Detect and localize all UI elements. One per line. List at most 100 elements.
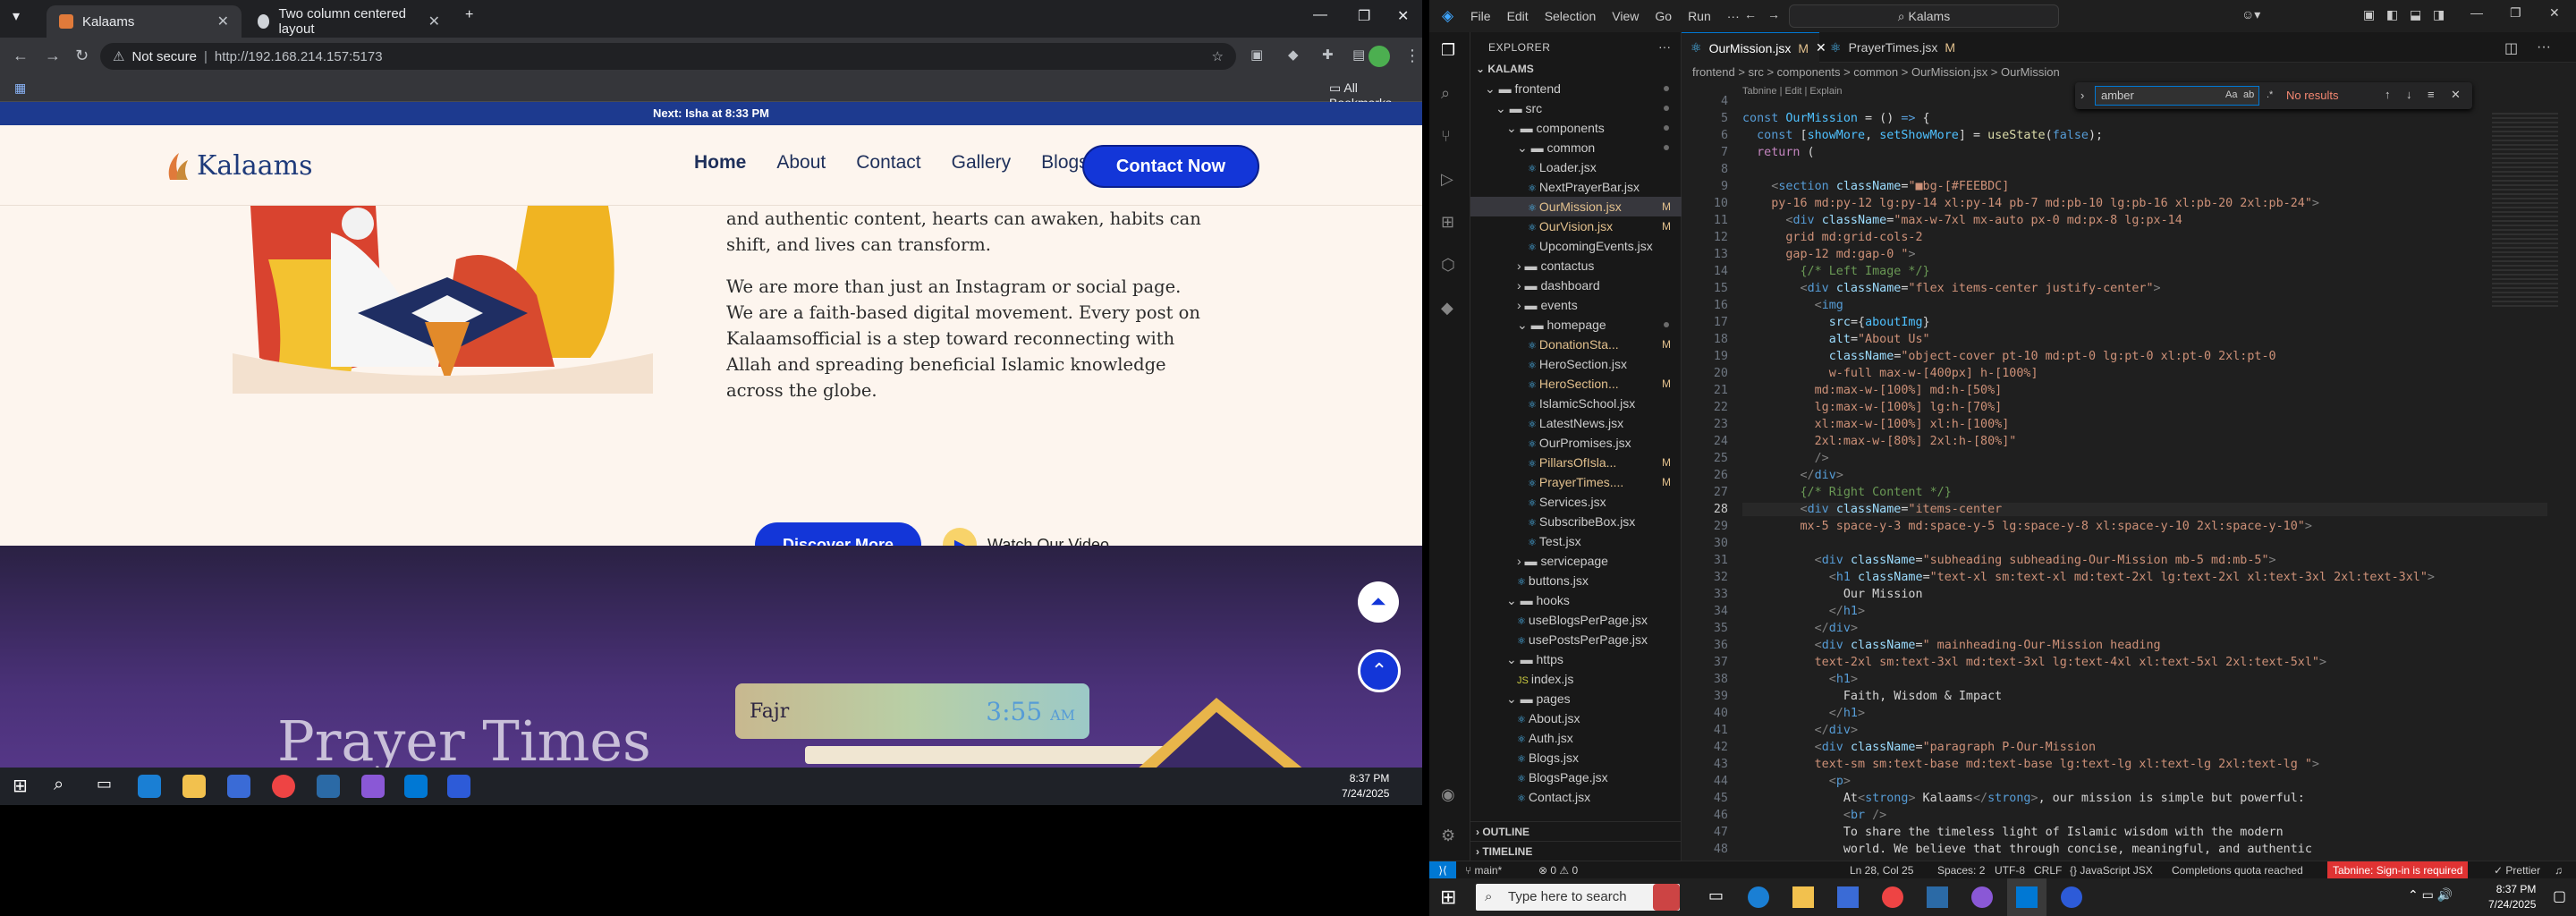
code-line[interactable]: py-16 md:py-12 lg:py-14 xl:py-14 pb-7 md…: [1742, 197, 2319, 210]
code-line[interactable]: To share the timeless light of Islamic w…: [1742, 826, 2284, 839]
tree-folder-item[interactable]: ⌄ ▬ pages: [1470, 689, 1682, 708]
notification-center-icon[interactable]: ▢: [2553, 887, 2566, 905]
tree-file-item[interactable]: ⚛ Auth.jsx: [1470, 728, 1682, 748]
puzzle-icon[interactable]: ✚: [1322, 47, 1334, 63]
tree-file-item[interactable]: ⚛ HeroSection... M: [1470, 374, 1682, 394]
menu-more[interactable]: ···: [1727, 9, 1740, 23]
tree-file-item[interactable]: ⚛ About.jsx: [1470, 708, 1682, 728]
tree-file-item[interactable]: ⚛ usePostsPerPage.jsx: [1470, 630, 1682, 649]
find-in-selection-icon[interactable]: ≡: [2428, 88, 2435, 101]
next-match-icon[interactable]: ↓: [2406, 88, 2412, 101]
account-icon[interactable]: ◉: [1441, 785, 1459, 803]
tree-folder-item[interactable]: › ▬ events: [1470, 295, 1682, 315]
explorer-more-icon[interactable]: ···: [1658, 39, 1671, 54]
close-tab-icon[interactable]: ✕: [217, 13, 229, 30]
code-editor[interactable]: 4 5 const OurMission = () => {6 const [sho…: [1682, 95, 2576, 873]
code-line[interactable]: {/* Left Image */}: [1742, 265, 1930, 278]
minimap[interactable]: [2492, 113, 2558, 310]
nav-forward-icon[interactable]: →: [1767, 7, 1780, 21]
code-line[interactable]: world. We believe that through concise, …: [1742, 843, 2312, 856]
menu-edit[interactable]: Edit: [1507, 9, 1529, 23]
new-tab-icon[interactable]: +: [465, 7, 473, 23]
tab-search-icon[interactable]: ▾: [13, 7, 20, 25]
floating-action-button[interactable]: ⏶: [1358, 581, 1399, 623]
tree-folder-item[interactable]: ⌄ ▬ components: [1470, 118, 1682, 138]
remote-indicator-icon[interactable]: ⟩⟨: [1429, 861, 1456, 878]
code-line[interactable]: text-sm sm:text-base md:text-base lg:tex…: [1742, 758, 2319, 771]
file-explorer-icon[interactable]: [1792, 886, 1814, 908]
cursor-position[interactable]: Ln 28, Col 25: [1850, 864, 1913, 877]
code-line[interactable]: Our Mission: [1742, 588, 1923, 601]
workspace-root[interactable]: ⌄ KALAMS: [1470, 59, 1682, 79]
editor-more-icon[interactable]: ···: [2537, 39, 2551, 55]
editor-tab-ourmission[interactable]: ⚛ OurMission.jsx M ✕: [1682, 32, 1826, 63]
nav-gallery[interactable]: Gallery: [952, 152, 1012, 174]
problems-indicator[interactable]: ⊗ 0 ⚠ 0: [1538, 864, 1578, 877]
zoom-icon[interactable]: [447, 775, 470, 798]
reload-icon[interactable]: ↻: [75, 47, 89, 65]
code-line[interactable]: alt="About Us": [1742, 333, 1930, 346]
tree-file-item[interactable]: ⚛ HeroSection.jsx: [1470, 354, 1682, 374]
chrome-icon[interactable]: [1882, 886, 1903, 908]
breadcrumb[interactable]: frontend > src > components > common > O…: [1682, 63, 2576, 82]
scroll-to-top-button[interactable]: ⌃: [1358, 649, 1401, 692]
nav-blogs[interactable]: Blogs: [1041, 152, 1089, 174]
code-line[interactable]: md:max-w-[100%] md:h-[50%]: [1742, 384, 2003, 397]
kebab-menu-icon[interactable]: ⋮: [1404, 47, 1420, 65]
tree-folder-item[interactable]: › ▬ servicepage: [1470, 551, 1682, 571]
back-icon[interactable]: ←: [13, 47, 29, 65]
split-editor-icon[interactable]: ◫: [2504, 39, 2518, 57]
tree-folder-item[interactable]: › ▬ dashboard: [1470, 276, 1682, 295]
code-line[interactable]: <div className="paragraph P-Our-Mission: [1742, 741, 2096, 754]
tree-file-item[interactable]: ⚛ PrayerTimes.... M: [1470, 472, 1682, 492]
toggle-replace-icon[interactable]: ›: [2080, 89, 2084, 102]
maximize-icon[interactable]: ❐: [2510, 5, 2521, 21]
contact-now-button[interactable]: Contact Now: [1082, 145, 1259, 188]
code-line[interactable]: <p>: [1742, 775, 1851, 788]
edge-icon[interactable]: [1748, 886, 1769, 908]
tree-file-item[interactable]: ⚛ BlogsPage.jsx: [1470, 768, 1682, 787]
run-debug-icon[interactable]: ▷: [1441, 170, 1459, 188]
code-line[interactable]: />: [1742, 452, 1829, 465]
language-mode[interactable]: {} JavaScript JSX: [2070, 864, 2153, 877]
tree-folder-item[interactable]: ⌄ ▬ hooks: [1470, 590, 1682, 610]
code-line[interactable]: mx-5 space-y-3 md:space-y-5 lg:space-y-8…: [1742, 520, 2311, 533]
site-logo[interactable]: Kalaams: [165, 150, 313, 182]
code-line[interactable]: gap-12 md:gap-0 ">: [1742, 248, 1915, 261]
code-line[interactable]: <h1>: [1742, 673, 1858, 686]
code-line[interactable]: <br />: [1742, 809, 1886, 822]
task-view-icon[interactable]: ▭: [97, 775, 112, 793]
tree-file-item[interactable]: ⚛ Contact.jsx: [1470, 787, 1682, 807]
toggle-sidebar-icon[interactable]: ◧: [2386, 7, 2398, 22]
tree-file-item[interactable]: ⚛ buttons.jsx: [1470, 571, 1682, 590]
prettier-status[interactable]: ✓ Prettier: [2494, 864, 2540, 877]
windows-start-icon[interactable]: ⊞: [13, 775, 28, 797]
branch-indicator[interactable]: ⑂ main*: [1465, 864, 1502, 877]
code-line[interactable]: <div className="flex items-center justif…: [1742, 282, 2161, 295]
tree-file-item[interactable]: ⚛ IslamicSchool.jsx: [1470, 394, 1682, 413]
copilot-quota[interactable]: Completions quota reached: [2172, 864, 2303, 877]
close-find-icon[interactable]: ✕: [2451, 88, 2461, 102]
code-line[interactable]: Faith, Wisdom & Impact: [1742, 690, 2002, 703]
edge-icon[interactable]: [138, 775, 161, 798]
tree-file-item[interactable]: ⚛ useBlogsPerPage.jsx: [1470, 610, 1682, 630]
code-line[interactable]: <div className=" mainheading-Our-Mission…: [1742, 639, 2161, 652]
tabnine-icon[interactable]: ◆: [1441, 299, 1459, 317]
store-icon[interactable]: [227, 775, 250, 798]
browser-tab-layout[interactable]: Two column centered layout ✕: [245, 5, 453, 38]
extension-icon[interactable]: ▤: [1352, 47, 1365, 63]
toggle-panel-icon[interactable]: ⬓: [2410, 7, 2421, 22]
remote-explorer-icon[interactable]: ⬡: [1441, 256, 1459, 274]
browser-tab-kalaams[interactable]: Kalaams ✕: [47, 5, 242, 38]
extension-icon[interactable]: ◆: [1288, 47, 1299, 63]
code-line[interactable]: const OurMission = () => {: [1742, 112, 1930, 125]
vscode-taskbar-icon[interactable]: [404, 775, 428, 798]
github-icon[interactable]: [361, 775, 385, 798]
tree-folder-item[interactable]: ⌄ ▬ homepage: [1470, 315, 1682, 335]
menu-file[interactable]: File: [1470, 9, 1491, 23]
tree-file-item[interactable]: ⚛ UpcomingEvents.jsx: [1470, 236, 1682, 256]
explorer-icon[interactable]: ❐: [1441, 41, 1459, 59]
code-line[interactable]: 2xl:max-w-[80%] 2xl:h-[80%]": [1742, 435, 2017, 448]
app-icon[interactable]: [1927, 886, 1948, 908]
tree-file-item[interactable]: JS index.js: [1470, 669, 1682, 689]
